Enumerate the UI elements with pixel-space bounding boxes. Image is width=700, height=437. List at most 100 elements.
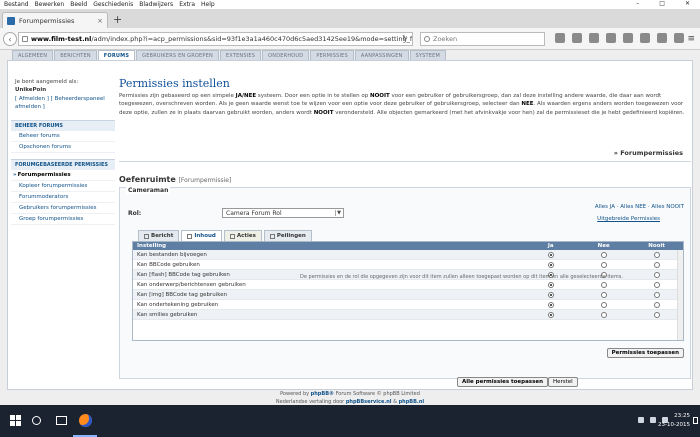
reload-icon[interactable]: ↻ bbox=[402, 34, 408, 42]
radio-nooit[interactable] bbox=[653, 311, 660, 318]
volume-icon[interactable] bbox=[650, 417, 656, 423]
avatar-icon[interactable] bbox=[657, 33, 667, 43]
radio-nee[interactable] bbox=[600, 301, 607, 308]
close-tab-icon[interactable]: × bbox=[97, 17, 103, 25]
acp-tab-algemeen[interactable]: ALGEMEEN bbox=[12, 50, 54, 60]
acp-tab-berichten[interactable]: BERICHTEN bbox=[54, 50, 97, 60]
permission-label: Kan bestanden bijvoegen bbox=[137, 251, 207, 258]
logout-link[interactable]: [ Afmelden ] bbox=[15, 96, 49, 102]
network-icon[interactable] bbox=[638, 417, 644, 423]
task-view-icon[interactable] bbox=[56, 416, 67, 425]
new-tab-button[interactable]: + bbox=[113, 13, 122, 26]
pocket-icon[interactable] bbox=[589, 33, 599, 43]
radio-cell bbox=[630, 251, 683, 258]
radio-nee[interactable] bbox=[600, 261, 607, 268]
minimize-button[interactable]: – bbox=[636, 0, 639, 7]
phpbb-link[interactable]: phpBB® bbox=[311, 391, 334, 397]
set-all-links: Alles JA · Alles NEE · Alles NOOIT bbox=[594, 204, 684, 210]
menu-help[interactable]: Help bbox=[201, 1, 215, 8]
tab-bericht[interactable]: Bericht bbox=[138, 230, 180, 241]
acp-content-frame: Je bent aangemeld als: UnikePoin [ Afmel… bbox=[7, 60, 693, 390]
radio-nooit[interactable] bbox=[653, 301, 660, 308]
acp-tab-forums[interactable]: FORUMS bbox=[97, 50, 136, 60]
apply-permissions-button[interactable]: Permissies toepassen bbox=[606, 348, 684, 358]
sidebar-item-forumpermissies[interactable]: Forumpermissies bbox=[11, 170, 115, 181]
acp-tabs: ALGEMEEN BERICHTEN FORUMS GEBRUIKERS EN … bbox=[12, 50, 446, 60]
tab-peilingen[interactable]: Peilingen bbox=[263, 230, 312, 241]
divider bbox=[119, 161, 691, 162]
radio-cell bbox=[577, 311, 630, 318]
sidebar-item-opschonen[interactable]: Opschonen forums bbox=[11, 142, 115, 153]
clock[interactable]: 23:25 23-10-2015 bbox=[658, 412, 690, 430]
close-window-button[interactable]: ✕ bbox=[685, 0, 690, 7]
advanced-permissions-link[interactable]: Uitgebreide Permissies bbox=[597, 216, 660, 222]
radio-nooit[interactable] bbox=[653, 281, 660, 288]
url-bar[interactable]: www.film-test.nl/adm/index.php?i=acp_per… bbox=[18, 32, 413, 46]
sidebar-item-moderators[interactable]: Forummoderators bbox=[11, 192, 115, 203]
radio-nee[interactable] bbox=[600, 291, 607, 298]
search-icon[interactable] bbox=[32, 416, 41, 425]
search-input[interactable]: Zoeken bbox=[420, 32, 545, 46]
reset-button[interactable]: Herstel bbox=[548, 377, 578, 387]
sidebar-item-beheer-forums[interactable]: Beheer forums bbox=[11, 131, 115, 142]
menu-icon[interactable]: ≡ bbox=[687, 34, 695, 44]
radio-nee[interactable] bbox=[600, 251, 607, 258]
role-select[interactable]: Camera Forum Rol ▼ bbox=[222, 208, 344, 218]
radio-nee[interactable] bbox=[600, 311, 607, 318]
reading-list-icon[interactable] bbox=[572, 33, 582, 43]
sidebar-item-groep[interactable]: Groep forumpermissies bbox=[11, 214, 115, 225]
all-no-link[interactable]: Alles NEE bbox=[620, 204, 646, 210]
acp-tab-gebruikers[interactable]: GEBRUIKERS EN GROEPEN bbox=[136, 50, 219, 60]
chat-icon[interactable] bbox=[640, 33, 650, 43]
url-host: www.film-test.nl bbox=[31, 35, 92, 43]
radio-ja[interactable] bbox=[547, 261, 554, 268]
acp-tab-permissies[interactable]: PERMISSIES bbox=[310, 50, 354, 60]
acp-tab-onderhoud[interactable]: ONDERHOUD bbox=[262, 50, 310, 60]
tab-acties[interactable]: Acties bbox=[223, 230, 262, 241]
sidebar-heading-permissies: FORUMGEBASEERDE PERMISSIES bbox=[11, 159, 115, 170]
all-yes-link[interactable]: Alles JA bbox=[595, 204, 615, 210]
radio-ja[interactable] bbox=[547, 301, 554, 308]
radio-ja[interactable] bbox=[547, 251, 554, 258]
sidebar-item-kopieer[interactable]: Kopieer forumpermissies bbox=[11, 181, 115, 192]
all-never-link[interactable]: Alles NOOIT bbox=[651, 204, 684, 210]
clock-date: 23-10-2015 bbox=[658, 421, 690, 428]
menu-beeld[interactable]: Beeld bbox=[70, 1, 87, 8]
radio-ja[interactable] bbox=[547, 291, 554, 298]
scrollbar[interactable] bbox=[677, 250, 683, 340]
bookmark-star-icon[interactable] bbox=[555, 33, 565, 43]
radio-nooit[interactable] bbox=[653, 271, 660, 278]
radio-ja[interactable] bbox=[547, 281, 554, 288]
permission-label: Kan [img] BBCode tag gebruiken bbox=[137, 291, 228, 298]
radio-cell bbox=[524, 251, 577, 258]
radio-cell bbox=[630, 311, 683, 318]
footer: Powered by phpBB® Forum Software © phpBB… bbox=[275, 391, 425, 405]
menu-bladwijzers[interactable]: Bladwijzers bbox=[139, 1, 173, 8]
radio-nee[interactable] bbox=[600, 281, 607, 288]
menu-geschiedenis[interactable]: Geschiedenis bbox=[93, 1, 133, 8]
download-icon[interactable] bbox=[606, 33, 616, 43]
menu-extra[interactable]: Extra bbox=[179, 1, 195, 8]
sidebar-item-gebruikers[interactable]: Gebruikers forumpermissies bbox=[11, 203, 115, 214]
windows-start-icon[interactable] bbox=[10, 415, 21, 426]
back-icon[interactable]: ‹ bbox=[3, 32, 17, 46]
menu-bar: Bestand Bewerken Beeld Geschiedenis Blad… bbox=[0, 0, 700, 9]
home-icon[interactable] bbox=[623, 33, 633, 43]
acp-tab-aanpassingen[interactable]: AANPASSINGEN bbox=[354, 50, 409, 60]
acp-tab-extensies[interactable]: EXTENSIES bbox=[219, 50, 262, 60]
radio-nooit[interactable] bbox=[653, 261, 660, 268]
browser-tab[interactable]: Forumpermissies × bbox=[2, 12, 108, 28]
notification-icon[interactable] bbox=[693, 417, 698, 424]
extension-icon[interactable] bbox=[674, 33, 684, 43]
menu-bewerken[interactable]: Bewerken bbox=[35, 1, 65, 8]
tab-inhoud[interactable]: Inhoud bbox=[181, 230, 222, 241]
apply-all-button[interactable]: Alle permissies toepassen bbox=[457, 377, 548, 387]
table-row: Kan smilies gebruiken bbox=[133, 310, 683, 320]
radio-nooit[interactable] bbox=[653, 251, 660, 258]
menu-bestand[interactable]: Bestand bbox=[4, 1, 29, 8]
radio-nooit[interactable] bbox=[653, 291, 660, 298]
acp-tab-systeem[interactable]: SYSTEEM bbox=[409, 50, 446, 60]
firefox-icon[interactable] bbox=[79, 414, 92, 427]
maximize-button[interactable]: □ bbox=[659, 0, 665, 7]
radio-ja[interactable] bbox=[547, 311, 554, 318]
